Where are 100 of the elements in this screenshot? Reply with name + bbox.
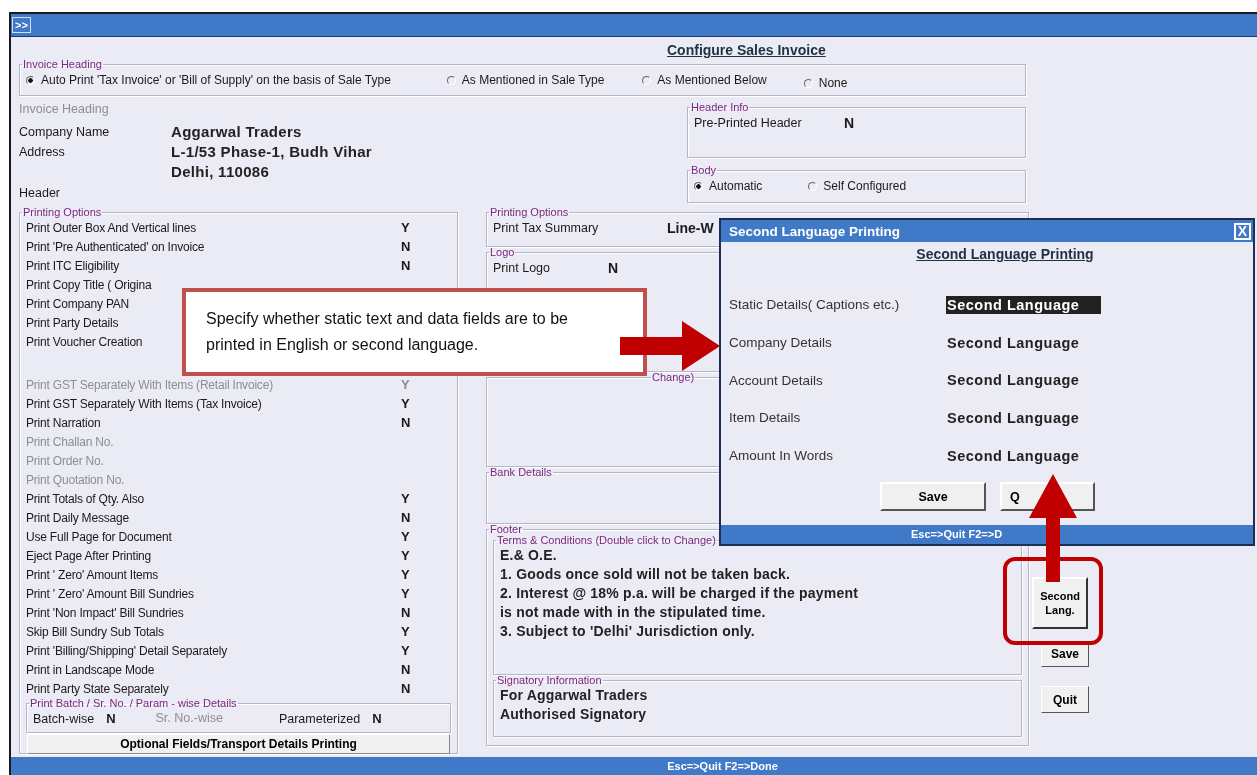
option-value: Y (401, 548, 410, 563)
group-legend: Body (690, 165, 718, 176)
terms-line: 1. Goods once sold will not be taken back. (500, 565, 790, 584)
option-label: Amount In Words (729, 448, 835, 464)
option-label: Print Narration (26, 415, 101, 430)
option-value: N (401, 681, 411, 696)
group-legend: Change) (651, 372, 696, 383)
quit-button[interactable]: Quit (1041, 686, 1089, 713)
group-legend: Printing Options (22, 207, 103, 218)
option-label: Print Logo (493, 261, 551, 275)
group-legend: Footer (489, 524, 523, 535)
close-button[interactable]: X (1233, 222, 1251, 240)
option-value: N (106, 710, 116, 726)
dialog-heading: Second Language Printing (915, 246, 1095, 262)
option-value[interactable]: Second Language (946, 408, 1102, 427)
callout-text: Specify whether static text and data fields are to be printed in English or second language. (182, 288, 647, 376)
terms-line: E.& O.E. (500, 546, 557, 565)
group-legend: Printing Options (489, 207, 570, 218)
field-value: L-1/53 Phase-1, Budh Vihar (171, 142, 372, 162)
radio-option[interactable]: As Mentioned in Sale Type (446, 73, 605, 87)
option-label: Parameterized (278, 711, 361, 726)
option-label: Print Tax Summary (493, 221, 600, 235)
option-label: Print ' Zero' Amount Items (26, 567, 159, 582)
option-label: Batch-wise (33, 711, 95, 726)
radio-icon[interactable] (446, 75, 456, 85)
radio-option[interactable]: None (803, 76, 848, 90)
option-value: Y (401, 643, 410, 658)
option-value[interactable]: Second Language (946, 295, 1102, 314)
option-label: Print Daily Message (26, 510, 129, 525)
option-label: Static Details( Captions etc.) (729, 297, 901, 313)
option-label: Print Voucher Creation (26, 334, 143, 349)
option-value: N (401, 605, 411, 620)
option-value: N (401, 662, 411, 677)
group-legend: Logo (489, 247, 516, 258)
signatory-line: Authorised Signatory (500, 705, 647, 724)
option-label: Print Quotation No. (26, 472, 125, 487)
group-legend: Invoice Heading (22, 59, 103, 70)
field-label: Company Name (19, 124, 111, 141)
option-value[interactable]: Second Language (946, 446, 1102, 465)
up-arrow-icon (1029, 474, 1077, 582)
group-legend: Signatory Information (496, 675, 603, 686)
option-label: Print Company PAN (26, 296, 130, 311)
option-value: N (401, 239, 411, 254)
radio-icon[interactable] (694, 181, 703, 191)
option-value[interactable]: Second Language (946, 371, 1102, 390)
option-label: Account Details (729, 372, 824, 388)
radio-icon[interactable] (803, 78, 813, 88)
option-label: Print Copy Title ( Origina (26, 277, 152, 292)
option-label: Print 'Non Impact' Bill Sundries (26, 605, 184, 620)
option-label: Print ITC Eligibility (26, 258, 120, 273)
form-heading: Configure Sales Invoice (667, 42, 827, 59)
option-label: Use Full Page for Document (26, 529, 172, 544)
option-label: Print Challan No. (26, 434, 114, 449)
option-label: Print 'Billing/Shipping' Detail Separately (26, 643, 227, 658)
option-label: Print Party Details (26, 315, 119, 330)
terms-line: is not made with in the stipulated time. (500, 603, 766, 622)
group-legend: Bank Details (489, 467, 553, 478)
option-value: Y (401, 491, 410, 506)
option-value: Y (401, 220, 410, 235)
radio-icon[interactable] (642, 75, 652, 85)
option-label: Print 'Pre Authenticated' on Invoice (26, 239, 205, 254)
option-value: N (608, 260, 619, 276)
option-label: Item Details (729, 410, 802, 426)
option-value: N (401, 258, 411, 273)
option-label: Print Totals of Qty. Also (26, 491, 144, 506)
option-label: Print GST Separately With Items (Tax Invoice) (26, 396, 262, 411)
dialog-title: Second Language Printing (729, 223, 900, 239)
field-label: Address (19, 144, 66, 161)
option-value[interactable]: Second Language (946, 333, 1102, 352)
expand-button[interactable]: >> (12, 17, 31, 33)
option-label: Print ' Zero' Amount Bill Sundries (26, 586, 194, 601)
radio-icon[interactable] (808, 181, 818, 191)
terms-line: 2. Interest @ 18% p.a. will be charged if the payment (500, 584, 859, 603)
save-button[interactable]: Save (880, 482, 986, 512)
optional-fields-button[interactable]: Optional Fields/Transport Details Printing (27, 734, 450, 754)
section-label: Header (19, 186, 61, 202)
status-bar: Esc=>Quit F2=>D (721, 525, 1253, 544)
option-value: Y (401, 529, 410, 544)
option-label: Print Outer Box And Vertical lines (26, 220, 196, 235)
option-label: Eject Page After Printing (26, 548, 152, 563)
field-value: Delhi, 110086 (171, 162, 271, 182)
radio-option[interactable]: Self Configured (808, 179, 907, 193)
option-value: N (844, 115, 855, 131)
option-value: Y (401, 377, 410, 392)
radio-icon[interactable] (26, 75, 35, 85)
group-legend: Print Batch / Sr. No. / Param - wise Details (29, 698, 238, 709)
option-value: Y (401, 586, 410, 601)
radio-option[interactable]: Automatic (694, 179, 763, 193)
radio-option[interactable]: As Mentioned Below (642, 73, 767, 87)
group-legend: Terms & Conditions (Double click to Change) (496, 535, 717, 546)
option-label: Print GST Separately With Items (Retail Invoice) (26, 377, 273, 392)
option-value: Y (401, 624, 410, 639)
option-value: Line-W (667, 220, 714, 236)
option-label: Sr. No.-wise (155, 711, 223, 725)
option-label: Print Party State Separately (26, 681, 169, 696)
option-label: Print in Landscape Mode (26, 662, 155, 677)
second-language-button[interactable]: Second Lang. (1032, 577, 1088, 629)
radio-option[interactable]: Auto Print 'Tax Invoice' or 'Bill of Supply' on the basis of Sale Type (26, 73, 391, 87)
option-value: Y (401, 396, 410, 411)
option-label: Skip Bill Sundry Sub Totals (26, 624, 164, 639)
